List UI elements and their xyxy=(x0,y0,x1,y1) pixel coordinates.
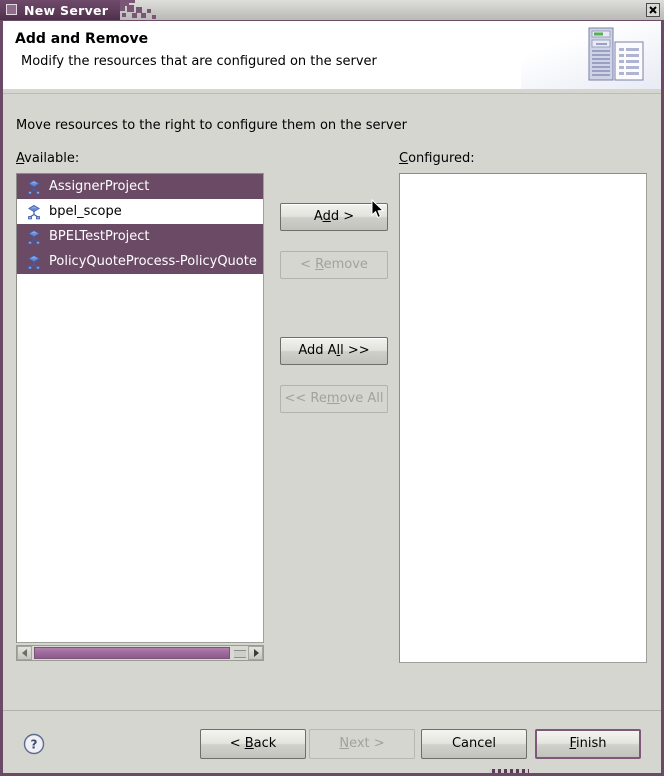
project-node-icon xyxy=(26,179,42,195)
project-node-icon xyxy=(26,229,42,245)
remove-button: < Remove xyxy=(280,251,388,279)
project-node-glyph xyxy=(28,204,40,219)
svg-text:?: ? xyxy=(31,738,38,752)
btn-label-pre: Cancel xyxy=(451,736,497,751)
btn-label-mnemonic: R xyxy=(315,257,324,272)
btn-label-pre: A xyxy=(313,209,323,224)
finish-button[interactable]: Finish xyxy=(535,729,641,759)
titlebar-pixel-block xyxy=(127,5,134,12)
available-label: Available: xyxy=(16,151,79,166)
list-item-label: PolicyQuoteProcess-PolicyQuote xyxy=(49,254,257,269)
scroll-right-icon[interactable] xyxy=(248,646,263,660)
dialog-body: Add and Remove Modify the resources that… xyxy=(0,20,664,776)
window-title: New Server xyxy=(24,3,109,18)
available-label-rest: vailable: xyxy=(24,151,80,166)
window-titlebar[interactable]: New Server xyxy=(0,0,664,20)
btn-label-post: emove xyxy=(323,257,368,272)
help-question-icon[interactable]: ? xyxy=(23,733,45,755)
dialog-header: Add and Remove Modify the resources that… xyxy=(3,21,661,90)
dialog-content: Move resources to the right to configure… xyxy=(3,89,661,773)
configured-label-rest: onfigured: xyxy=(408,151,475,166)
instruction-text: Move resources to the right to configure… xyxy=(16,118,407,133)
titlebar-pixel-block xyxy=(132,13,137,18)
titlebar-pixel-block xyxy=(122,13,126,17)
titlebar-pixel-block xyxy=(147,9,151,13)
list-item[interactable]: AssignerProject xyxy=(17,174,263,199)
new-server-dialog: New Server Add and Remove Modify the res… xyxy=(0,0,664,776)
remove-all-button: << Remove All xyxy=(280,385,388,413)
page-title: Add and Remove xyxy=(15,31,149,47)
list-item-label: AssignerProject xyxy=(49,179,150,194)
btn-label-pre: << Re xyxy=(284,391,327,406)
btn-label-mnemonic: d xyxy=(322,209,331,224)
resize-grip[interactable] xyxy=(489,769,529,773)
btn-label-mnemonic: m xyxy=(326,391,340,406)
titlebar-pixel-block xyxy=(129,0,135,3)
close-icon[interactable] xyxy=(646,3,660,17)
cancel-button[interactable]: Cancel xyxy=(421,729,527,759)
titlebar-pixel-block xyxy=(141,13,146,18)
btn-label-pre: < xyxy=(300,257,316,272)
project-node-icon xyxy=(26,254,42,270)
list-item-label: bpel_scope xyxy=(49,204,122,219)
available-label-mnemonic: A xyxy=(16,151,25,166)
scrollbar-track[interactable] xyxy=(32,646,248,660)
configured-resources-list[interactable] xyxy=(399,173,647,663)
bottom-divider xyxy=(3,710,661,711)
scrollbar-thumb[interactable] xyxy=(34,647,230,659)
configured-label: Configured: xyxy=(399,151,475,166)
list-item[interactable]: bpel_scope xyxy=(17,199,263,224)
window-menu-icon[interactable] xyxy=(6,4,17,15)
back-button[interactable]: < Back xyxy=(200,729,306,759)
configured-label-mnemonic: C xyxy=(399,151,409,166)
btn-label-post: ove All xyxy=(339,391,384,406)
project-node-glyph xyxy=(28,179,40,194)
btn-label-post: inish xyxy=(576,736,607,751)
btn-label-pre: Add A xyxy=(298,343,337,358)
btn-label-mnemonic: N xyxy=(339,736,350,751)
content-divider xyxy=(3,93,661,94)
project-node-icon xyxy=(26,204,42,220)
titlebar-pixel-block xyxy=(120,6,125,11)
list-item[interactable]: PolicyQuoteProcess-PolicyQuote xyxy=(17,249,263,274)
btn-label-mnemonic: B xyxy=(244,736,254,751)
available-list-horizontal-scrollbar[interactable] xyxy=(16,645,264,661)
available-resources-list[interactable]: AssignerProject bpel_scope BPELTestProject… xyxy=(16,173,264,643)
server-and-document-icon xyxy=(579,26,651,86)
project-node-glyph xyxy=(28,229,40,244)
list-item-label: BPELTestProject xyxy=(49,229,150,244)
btn-label-post: ext > xyxy=(349,736,385,751)
page-subtitle: Modify the resources that are configured… xyxy=(21,54,377,69)
btn-label-pre: < xyxy=(229,736,245,751)
add-button[interactable]: Add > xyxy=(280,203,388,231)
btn-label-post: ack xyxy=(253,736,277,751)
titlebar-pixel-block xyxy=(152,15,156,19)
next-button: Next > xyxy=(309,729,415,759)
close-glyph xyxy=(649,6,657,14)
btn-label-post: l >> xyxy=(340,343,370,358)
scroll-left-icon[interactable] xyxy=(17,646,32,660)
add-all-button[interactable]: Add All >> xyxy=(280,337,388,365)
btn-label-post: d > xyxy=(330,209,355,224)
list-item[interactable]: BPELTestProject xyxy=(17,224,263,249)
project-node-glyph xyxy=(28,254,40,269)
scrollbar-grip xyxy=(234,650,246,658)
